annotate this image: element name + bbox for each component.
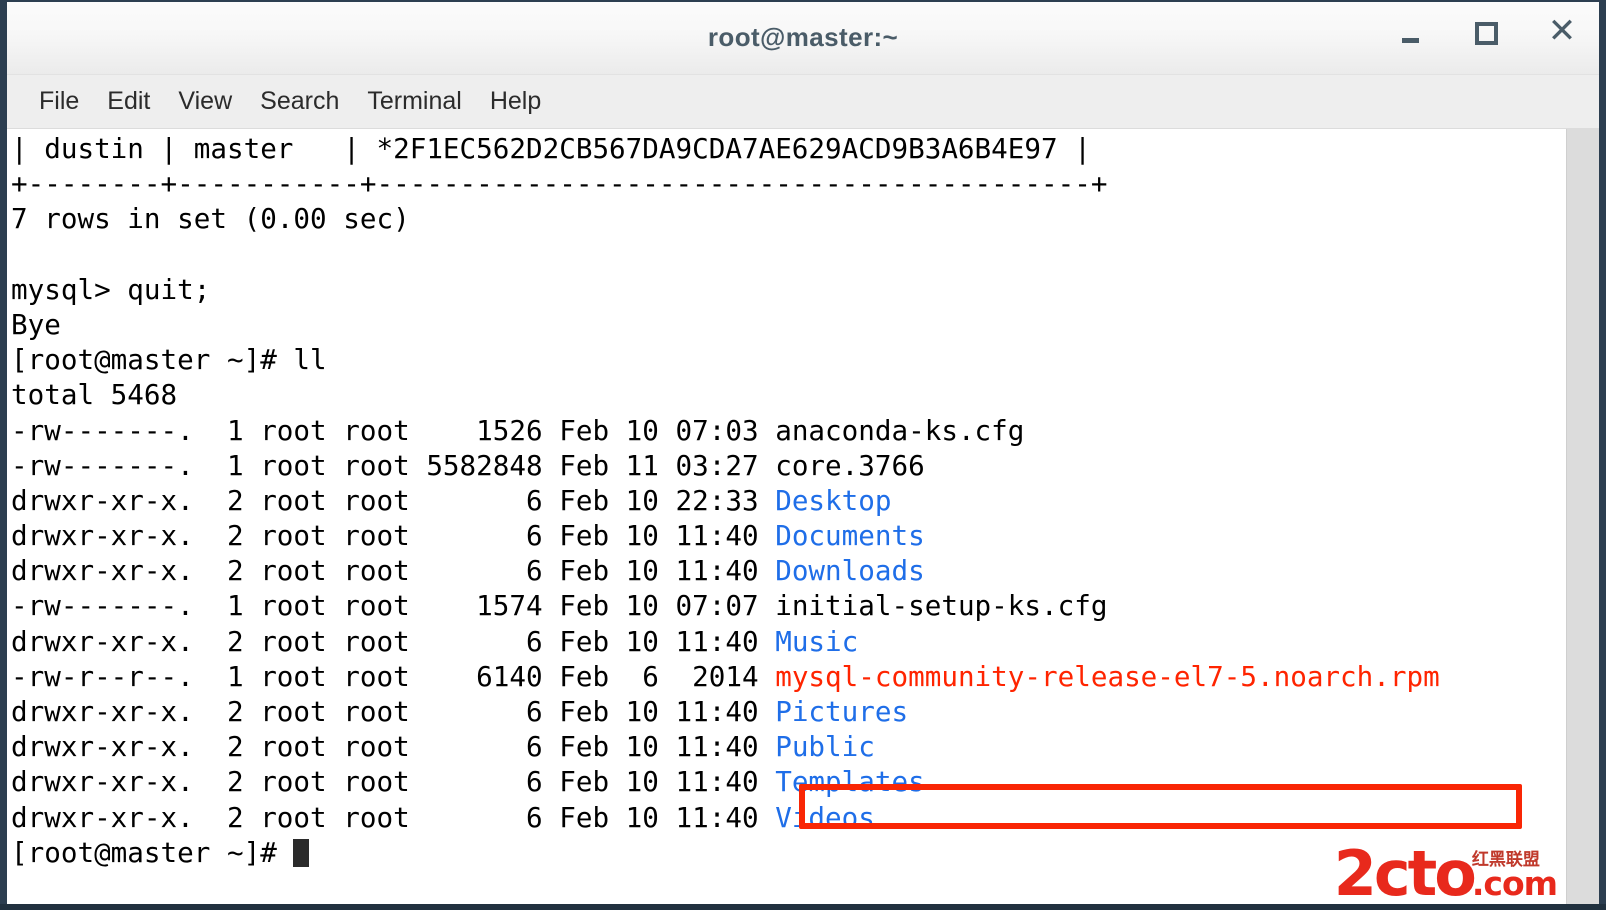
maximize-icon (1474, 21, 1498, 45)
listing-metadata: drwxr-xr-x. 2 root root 6 Feb 10 11:40 (11, 730, 776, 764)
window-controls: ✕ (1395, 12, 1577, 50)
menu-item-help[interactable]: Help (476, 85, 555, 118)
terminal-area: | dustin | master | *2F1EC562D2CB567DA9C… (7, 129, 1599, 904)
listing-metadata: -rw-r--r--. 1 root root 6140 Feb 6 2014 (11, 659, 776, 693)
terminal-line: [root@master ~]# ll (11, 342, 1566, 377)
terminal-listing-row: -rw-------. 1 root root 1526 Feb 10 07:0… (11, 413, 1566, 448)
listing-filename: Desktop (775, 483, 892, 517)
terminal-text: total 5468 (11, 378, 178, 412)
listing-metadata: drwxr-xr-x. 2 root root 6 Feb 10 11:40 (11, 695, 776, 728)
menu-item-view[interactable]: View (164, 85, 246, 118)
menu-item-edit[interactable]: Edit (93, 85, 164, 118)
terminal-listing-row: drwxr-xr-x. 2 root root 6 Feb 10 11:40 P… (11, 729, 1566, 764)
listing-filename: Pictures (775, 695, 909, 728)
listing-filename: Downloads (775, 554, 925, 588)
terminal-listing-row: drwxr-xr-x. 2 root root 6 Feb 10 11:40 V… (11, 800, 1566, 835)
terminal-listing-row: drwxr-xr-x. 2 root root 6 Feb 10 11:40 M… (11, 624, 1566, 659)
listing-filename: initial-setup-ks.cfg (775, 589, 1108, 623)
listing-filename: anaconda-ks.cfg (775, 413, 1025, 447)
terminal-listing-row: drwxr-xr-x. 2 root root 6 Feb 10 11:40 P… (11, 694, 1566, 729)
terminal-listing-row: drwxr-xr-x. 2 root root 6 Feb 10 11:40 D… (11, 518, 1566, 553)
close-button[interactable]: ✕ (1547, 12, 1577, 50)
terminal-text: 7 rows in set (0.00 sec) (11, 202, 410, 236)
listing-filename: Music (775, 624, 859, 658)
terminal-text: Bye (11, 307, 61, 341)
maximize-button[interactable] (1471, 16, 1501, 50)
close-icon: ✕ (1547, 12, 1577, 50)
terminal-listing-row: -rw-------. 1 root root 1574 Feb 10 07:0… (11, 588, 1566, 623)
listing-metadata: drwxr-xr-x. 2 root root 6 Feb 10 11:40 (11, 554, 776, 588)
listing-metadata: drwxr-xr-x. 2 root root 6 Feb 10 11:40 (11, 624, 776, 658)
menu-item-terminal[interactable]: Terminal (353, 85, 475, 118)
terminal-text: +--------+-----------+------------------… (11, 167, 1108, 201)
terminal-text: mysql> quit; (11, 272, 211, 306)
terminal-scrollbar[interactable] (1566, 129, 1599, 904)
listing-metadata: -rw-------. 1 root root 1526 Feb 10 07:0… (11, 413, 776, 447)
terminal-line: [root@master ~]# (11, 835, 1566, 870)
terminal-text: [root@master ~]# (11, 835, 294, 869)
terminal-line: +--------+-----------+------------------… (11, 166, 1566, 201)
listing-metadata: drwxr-xr-x. 2 root root 6 Feb 10 22:33 (11, 483, 776, 517)
terminal-listing-row: -rw-r--r--. 1 root root 6140 Feb 6 2014 … (11, 659, 1566, 694)
listing-filename: Videos (775, 800, 875, 834)
terminal-text: | dustin | master | *2F1EC562D2CB567DA9C… (11, 132, 1091, 165)
terminal-listing-row: drwxr-xr-x. 2 root root 6 Feb 10 11:40 D… (11, 553, 1566, 588)
terminal-listing-row: drwxr-xr-x. 2 root root 6 Feb 10 11:40 T… (11, 764, 1566, 799)
menu-item-file[interactable]: File (25, 85, 93, 118)
terminal-output[interactable]: | dustin | master | *2F1EC562D2CB567DA9C… (7, 129, 1566, 904)
window-titlebar: root@master:~ ✕ (7, 2, 1599, 75)
minimize-button[interactable] (1395, 16, 1425, 50)
listing-metadata: -rw-------. 1 root root 1574 Feb 10 07:0… (11, 589, 776, 623)
terminal-cursor (293, 838, 310, 867)
terminal-text: [root@master ~]# ll (11, 343, 327, 377)
listing-filename: Templates (775, 765, 925, 799)
terminal-line: | dustin | master | *2F1EC562D2CB567DA9C… (11, 131, 1566, 166)
listing-metadata: drwxr-xr-x. 2 root root 6 Feb 10 11:40 (11, 519, 776, 553)
listing-metadata: drwxr-xr-x. 2 root root 6 Feb 10 11:40 (11, 765, 776, 799)
listing-filename: core.3766 (775, 448, 925, 482)
terminal-line: 7 rows in set (0.00 sec) (11, 201, 1566, 236)
terminal-line: Bye (11, 307, 1566, 342)
window-title: root@master:~ (707, 22, 899, 52)
terminal-listing-row: -rw-------. 1 root root 5582848 Feb 11 0… (11, 448, 1566, 483)
menubar: File Edit View Search Terminal Help (7, 75, 1599, 129)
listing-filename: Public (775, 730, 875, 764)
listing-filename: Documents (775, 519, 925, 553)
terminal-line: mysql> quit; (11, 272, 1566, 307)
terminal-listing-row: drwxr-xr-x. 2 root root 6 Feb 10 22:33 D… (11, 483, 1566, 518)
listing-filename: mysql-community-release-el7-5.noarch.rpm (775, 659, 1440, 693)
terminal-window: root@master:~ ✕ File Edit View Search Te… (0, 0, 1606, 904)
menu-item-search[interactable]: Search (246, 85, 353, 118)
listing-metadata: -rw-------. 1 root root 5582848 Feb 11 0… (11, 448, 776, 482)
terminal-line: total 5468 (11, 377, 1566, 412)
listing-metadata: drwxr-xr-x. 2 root root 6 Feb 10 11:40 (11, 800, 776, 834)
minimize-icon (1401, 37, 1419, 43)
